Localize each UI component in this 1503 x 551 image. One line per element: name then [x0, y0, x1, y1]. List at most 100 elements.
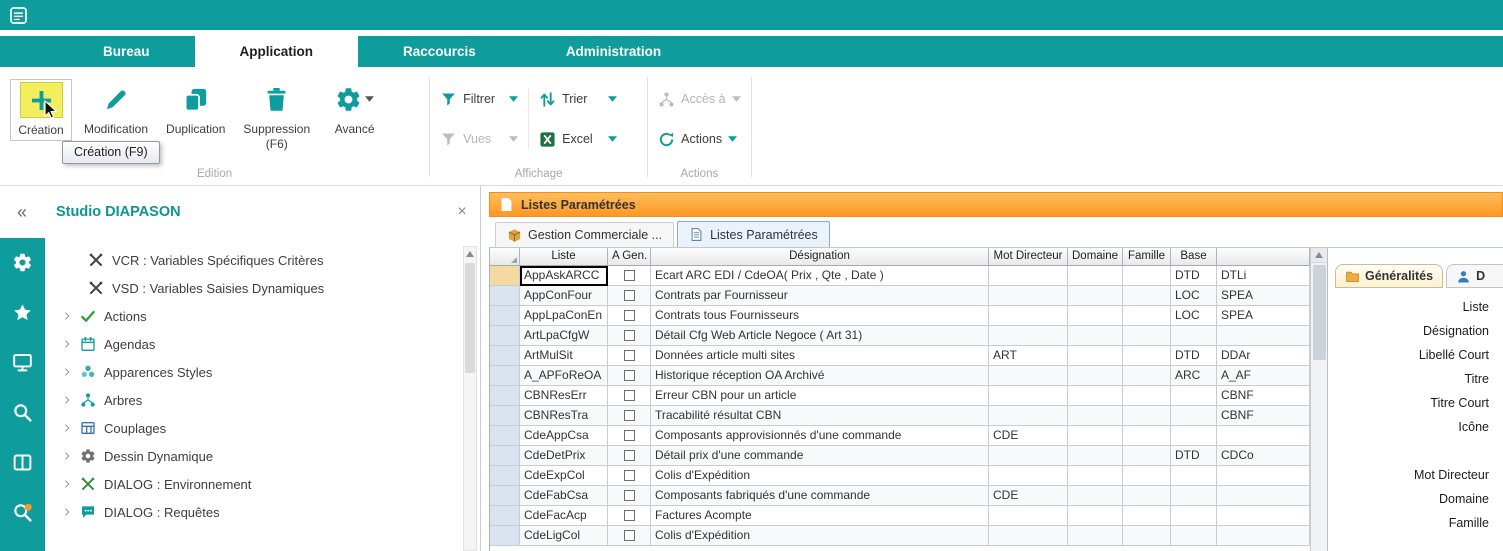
- column-header-domaine[interactable]: Domaine: [1068, 248, 1123, 266]
- cell-mot-directeur[interactable]: [989, 446, 1068, 466]
- cell-extra[interactable]: CDCo: [1217, 446, 1310, 466]
- table-row[interactable]: CdeFabCsaComposants fabriqués d'une comm…: [490, 486, 1310, 506]
- cell-famille[interactable]: [1123, 346, 1171, 366]
- scrollbar-thumb[interactable]: [1313, 265, 1326, 360]
- table-row[interactable]: CdeLigColColis d'Expédition: [490, 526, 1310, 546]
- rail-monitor-button[interactable]: [0, 348, 45, 376]
- cell-designation[interactable]: Tracabilité résultat CBN: [651, 406, 989, 426]
- vues-button[interactable]: Vues: [440, 129, 518, 149]
- cell-famille[interactable]: [1123, 526, 1171, 546]
- cell-a-gen[interactable]: [608, 306, 651, 326]
- cell-famille[interactable]: [1123, 386, 1171, 406]
- tab-details-partial[interactable]: D: [1446, 264, 1503, 288]
- cell-domaine[interactable]: [1068, 386, 1123, 406]
- cell-designation[interactable]: Données article multi sites: [651, 346, 989, 366]
- cell-famille[interactable]: [1123, 426, 1171, 446]
- cell-liste[interactable]: AppConFour: [520, 286, 608, 306]
- column-header-liste[interactable]: Liste: [520, 248, 608, 266]
- tab-listes-parametrees[interactable]: Listes Paramétrées: [677, 221, 830, 247]
- acces-a-button[interactable]: Accès à: [658, 89, 740, 109]
- cell-a-gen[interactable]: [608, 326, 651, 346]
- cell-mot-directeur[interactable]: [989, 326, 1068, 346]
- cell-domaine[interactable]: [1068, 266, 1123, 286]
- cell-domaine[interactable]: [1068, 346, 1123, 366]
- cell-a-gen[interactable]: [608, 446, 651, 466]
- cell-extra[interactable]: [1217, 426, 1310, 446]
- cell-a-gen[interactable]: [608, 266, 651, 286]
- cell-mot-directeur[interactable]: [989, 286, 1068, 306]
- cell-designation[interactable]: Factures Acompte: [651, 506, 989, 526]
- table-row[interactable]: CdeAppCsaComposants approvisionnés d'une…: [490, 426, 1310, 446]
- cell-a-gen[interactable]: [608, 426, 651, 446]
- cell-a-gen[interactable]: [608, 466, 651, 486]
- cell-base[interactable]: DTD: [1171, 346, 1217, 366]
- cell-base[interactable]: [1171, 506, 1217, 526]
- table-row[interactable]: CBNResTraTracabilité résultat CBNCBNF: [490, 406, 1310, 426]
- cell-famille[interactable]: [1123, 366, 1171, 386]
- cell-base[interactable]: LOC: [1171, 306, 1217, 326]
- modification-button[interactable]: Modification: [78, 79, 154, 139]
- cell-mot-directeur[interactable]: ART: [989, 346, 1068, 366]
- table-row[interactable]: ArtLpaCfgWDétail Cfg Web Article Negoce …: [490, 326, 1310, 346]
- cell-famille[interactable]: [1123, 506, 1171, 526]
- tree-item-dessin-dynamique[interactable]: Dessin Dynamique: [45, 442, 480, 470]
- cell-domaine[interactable]: [1068, 326, 1123, 346]
- tab-gestion-commerciale[interactable]: Gestion Commerciale ...: [495, 222, 674, 247]
- cell-liste[interactable]: CdeFacAcp: [520, 506, 608, 526]
- column-header-base[interactable]: Base: [1171, 248, 1217, 266]
- scrollbar-thumb[interactable]: [465, 263, 475, 373]
- rail-search-dot-button[interactable]: [0, 498, 45, 526]
- cell-a-gen[interactable]: [608, 366, 651, 386]
- table-row[interactable]: A_APFoReOAHistorique réception OA Archiv…: [490, 366, 1310, 386]
- tree-item-arbres[interactable]: Arbres: [45, 386, 480, 414]
- cell-extra[interactable]: CBNF: [1217, 386, 1310, 406]
- a-gen-checkbox[interactable]: [624, 330, 635, 341]
- cell-famille[interactable]: [1123, 326, 1171, 346]
- cell-designation[interactable]: Contrats tous Fournisseurs: [651, 306, 989, 326]
- cell-liste[interactable]: CdeExpCol: [520, 466, 608, 486]
- excel-button[interactable]: Excel: [539, 129, 617, 149]
- table-row[interactable]: CdeDetPrixDétail prix d'une commandeDTDC…: [490, 446, 1310, 466]
- cell-famille[interactable]: [1123, 406, 1171, 426]
- cell-liste[interactable]: ArtLpaCfgW: [520, 326, 608, 346]
- cell-base[interactable]: [1171, 486, 1217, 506]
- tab-raccourcis[interactable]: Raccourcis: [358, 36, 521, 67]
- cell-domaine[interactable]: [1068, 486, 1123, 506]
- cell-liste[interactable]: A_APFoReOA: [520, 366, 608, 386]
- cell-base[interactable]: [1171, 466, 1217, 486]
- cell-mot-directeur[interactable]: [989, 466, 1068, 486]
- column-header-a-gen[interactable]: A Gen.: [608, 248, 651, 266]
- cell-extra[interactable]: [1217, 486, 1310, 506]
- row-selector[interactable]: [490, 406, 520, 426]
- cell-extra[interactable]: [1217, 506, 1310, 526]
- cell-base[interactable]: DTD: [1171, 266, 1217, 286]
- cell-base[interactable]: ARC: [1171, 366, 1217, 386]
- cell-extra[interactable]: [1217, 466, 1310, 486]
- cell-extra[interactable]: [1217, 526, 1310, 546]
- tab-bureau[interactable]: Bureau: [58, 36, 195, 67]
- cell-liste[interactable]: CdeLigCol: [520, 526, 608, 546]
- table-row[interactable]: CdeFacAcp Factures Acompte: [490, 506, 1310, 526]
- cell-designation[interactable]: Contrats par Fournisseur: [651, 286, 989, 306]
- cell-domaine[interactable]: [1068, 366, 1123, 386]
- cell-a-gen[interactable]: [608, 486, 651, 506]
- cell-mot-directeur[interactable]: CDE: [989, 486, 1068, 506]
- cell-extra[interactable]: SPEA: [1217, 286, 1310, 306]
- trier-button[interactable]: Trier: [539, 89, 617, 109]
- cell-designation[interactable]: Composants fabriqués d'une commande: [651, 486, 989, 506]
- filtrer-button[interactable]: Filtrer: [440, 89, 518, 109]
- cell-liste[interactable]: AppAskARCC: [520, 266, 608, 286]
- tab-application[interactable]: Application: [195, 36, 359, 67]
- cell-mot-directeur[interactable]: [989, 306, 1068, 326]
- select-all-corner[interactable]: [490, 248, 520, 266]
- cell-a-gen[interactable]: [608, 386, 651, 406]
- cell-famille[interactable]: [1123, 466, 1171, 486]
- cell-mot-directeur[interactable]: [989, 526, 1068, 546]
- tree-item-actions[interactable]: Actions: [45, 302, 480, 330]
- cell-extra[interactable]: [1217, 326, 1310, 346]
- cell-extra[interactable]: CBNF: [1217, 406, 1310, 426]
- tree-item-dialog-environnement[interactable]: DIALOG : Environnement: [45, 470, 480, 498]
- cell-base[interactable]: [1171, 406, 1217, 426]
- collapse-sidebar-button[interactable]: «: [0, 202, 44, 223]
- cell-mot-directeur[interactable]: [989, 366, 1068, 386]
